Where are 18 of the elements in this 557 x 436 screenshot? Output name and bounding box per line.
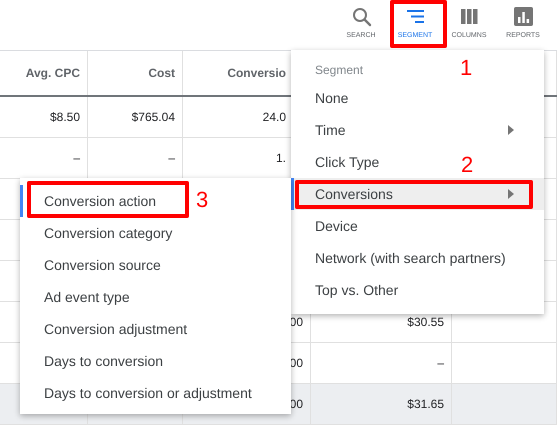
- menu-item[interactable]: Conversion source: [20, 249, 291, 281]
- table-cell: $765.04: [88, 97, 183, 137]
- table-cell: $8.50: [0, 97, 88, 137]
- column-header: Avg. CPC: [0, 51, 88, 95]
- menu-item[interactable]: Network (with search partners): [291, 242, 530, 274]
- menu-heading: Segment: [314, 62, 364, 79]
- table-cell: $31.65: [311, 384, 452, 424]
- column-header: Cost: [88, 51, 183, 95]
- columns-icon: [458, 6, 480, 27]
- annotation-number: 3: [196, 189, 208, 211]
- table-cell: –: [311, 343, 452, 383]
- annotation-frame: [390, 0, 447, 48]
- menu-item[interactable]: Conversion category: [20, 217, 291, 249]
- annotation-number: 2: [461, 154, 474, 176]
- menu-item[interactable]: Device: [291, 210, 382, 242]
- bar-chart-icon: [512, 6, 534, 27]
- annotation-number: 1: [460, 57, 472, 79]
- search-icon: [350, 6, 372, 27]
